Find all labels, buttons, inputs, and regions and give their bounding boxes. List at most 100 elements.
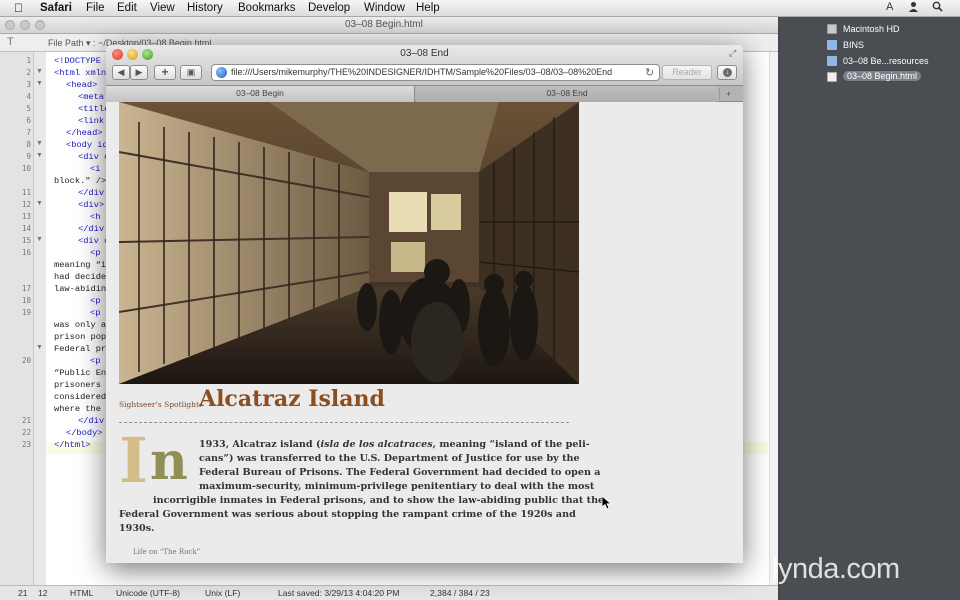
minimize-icon[interactable] (20, 20, 30, 30)
fold-arrow-icon[interactable]: ▼ (36, 140, 43, 147)
status-counts: 2,384 / 384 / 23 (430, 588, 490, 598)
line-number: 17 (21, 284, 31, 293)
apple-menu-icon[interactable]:  (14, 1, 23, 15)
code-line: considered (54, 392, 107, 402)
menu-history[interactable]: History (187, 2, 223, 14)
line-number: 10 (21, 164, 31, 173)
next-section-heading: Life on “The Rock” (133, 548, 201, 556)
line-number: 23 (21, 440, 31, 449)
fold-arrow-icon[interactable]: ▼ (36, 68, 43, 75)
spotlight-search-icon[interactable] (932, 1, 943, 15)
fold-arrow-icon[interactable]: ▼ (36, 344, 43, 351)
line-number: 1 (26, 56, 31, 65)
fullscreen-icon[interactable]: ⤢ (729, 48, 736, 59)
adobe-icon[interactable]: A (886, 1, 893, 13)
plus-icon: + (161, 65, 169, 79)
desktop: Macintosh HD BINS 03–08 Be...resources 0… (780, 17, 960, 600)
downloads-button[interactable]: ↓ (717, 65, 737, 80)
text-tool-icon[interactable]: T (7, 36, 14, 48)
status-line-endings[interactable]: Unix (LF) (205, 588, 240, 598)
tab-begin[interactable]: 03–08 Begin (106, 86, 415, 102)
dashed-divider (119, 422, 569, 423)
download-icon: ↓ (723, 68, 732, 77)
line-number: 18 (21, 296, 31, 305)
fold-arrow-icon[interactable]: ▼ (36, 152, 43, 159)
code-line: law-abiding (54, 284, 112, 294)
drive-icon (827, 24, 837, 34)
code-line: <p (90, 308, 101, 318)
code-line: prison popu (54, 332, 112, 342)
tab-bar: 03–08 Begin 03–08 End + (106, 86, 743, 102)
fold-arrow-icon[interactable]: ▼ (36, 80, 43, 87)
tab-end[interactable]: 03–08 End (416, 86, 718, 102)
line-number: 20 (21, 356, 31, 365)
back-button[interactable]: ◀ (112, 65, 130, 80)
status-col: 12 (38, 588, 48, 598)
new-tab-button[interactable]: + (719, 88, 737, 100)
desktop-item-label: Macintosh HD (843, 24, 900, 34)
menu-view[interactable]: View (150, 2, 175, 14)
code-line: was only ab (54, 320, 112, 330)
reload-icon[interactable]: ↻ (645, 66, 654, 79)
globe-icon (216, 67, 227, 78)
status-language[interactable]: HTML (70, 588, 93, 598)
code-line: “Public Ene (54, 368, 112, 378)
editor-scrollbar[interactable] (769, 52, 778, 585)
line-number-gutter: 1 2 3 4 5 6 7 8 9 10 11 12 13 14 15 16 17 18 19 20 21 22 23 (0, 52, 34, 600)
tabs-icon: ▣ (186, 67, 196, 77)
show-all-tabs-button[interactable]: ▣ (180, 65, 202, 80)
add-bookmark-button[interactable]: + (154, 65, 176, 80)
forward-button[interactable]: ▶ (130, 65, 148, 80)
menu-app[interactable]: Safari (40, 2, 72, 14)
back-arrow-icon: ◀ (117, 67, 125, 77)
code-line: <meta (78, 92, 105, 102)
line-number: 6 (26, 116, 31, 125)
status-line: 21 (18, 588, 28, 598)
menu-edit[interactable]: Edit (117, 2, 137, 14)
code-line: </head> (66, 128, 103, 138)
editor-title: 03–08 Begin.html (345, 19, 423, 30)
paragraph-line: 1930s. (119, 523, 155, 534)
fold-arrow-icon[interactable]: ▼ (36, 200, 43, 207)
code-line: <!DOCTYPE (54, 56, 101, 66)
close-icon[interactable] (5, 20, 15, 30)
line-number: 3 (26, 80, 31, 89)
menu-file[interactable]: File (86, 2, 105, 14)
address-bar[interactable]: file:///Users/mikemurphy/THE%20INDESIGNE… (211, 64, 660, 81)
menu-bookmarks[interactable]: Bookmarks (238, 2, 296, 14)
line-number: 21 (21, 416, 31, 425)
code-line: <h (90, 212, 101, 222)
code-line: <html xmln (54, 68, 107, 78)
code-line: </body> (66, 428, 103, 438)
code-line: <p (90, 356, 101, 366)
reader-button[interactable]: Reader (662, 65, 712, 80)
menu-help[interactable]: Help (416, 2, 440, 14)
user-icon[interactable] (908, 1, 919, 15)
code-line: had decided (54, 272, 112, 282)
paragraph-line: maximum-security, minimum-privilege peni… (199, 481, 595, 492)
paragraph-line: incorrigible inmates in Federal prisons,… (153, 495, 605, 506)
line-number: 13 (21, 212, 31, 221)
line-number: 22 (21, 428, 31, 437)
alcatraz-cellblock-photo (119, 102, 579, 384)
mouse-cursor-icon (601, 495, 613, 510)
code-line: <p (90, 248, 101, 258)
code-line: <div c (78, 236, 110, 246)
code-line: <body id (66, 140, 108, 150)
menu-bar:  Safari File Edit View History Bookmark… (0, 0, 960, 17)
safari-window-title: 03–08 End (400, 48, 449, 59)
url-text[interactable]: file:///Users/mikemurphy/THE%20INDESIGNE… (231, 67, 626, 77)
status-encoding[interactable]: Unicode (UTF-8) (116, 588, 180, 598)
code-line: </div (78, 416, 105, 426)
menu-window[interactable]: Window (364, 2, 405, 14)
fold-arrow-icon[interactable]: ▼ (36, 236, 43, 243)
code-line: block." /> (54, 176, 107, 186)
page-headline: Alcatraz Island (199, 386, 385, 412)
code-line: <title (78, 104, 110, 114)
line-number: 19 (21, 308, 31, 317)
menu-develop[interactable]: Develop (308, 2, 350, 14)
zoom-icon[interactable] (35, 20, 45, 30)
code-line: <i (90, 164, 101, 174)
html-file-icon (827, 72, 837, 82)
line-number: 7 (26, 128, 31, 137)
